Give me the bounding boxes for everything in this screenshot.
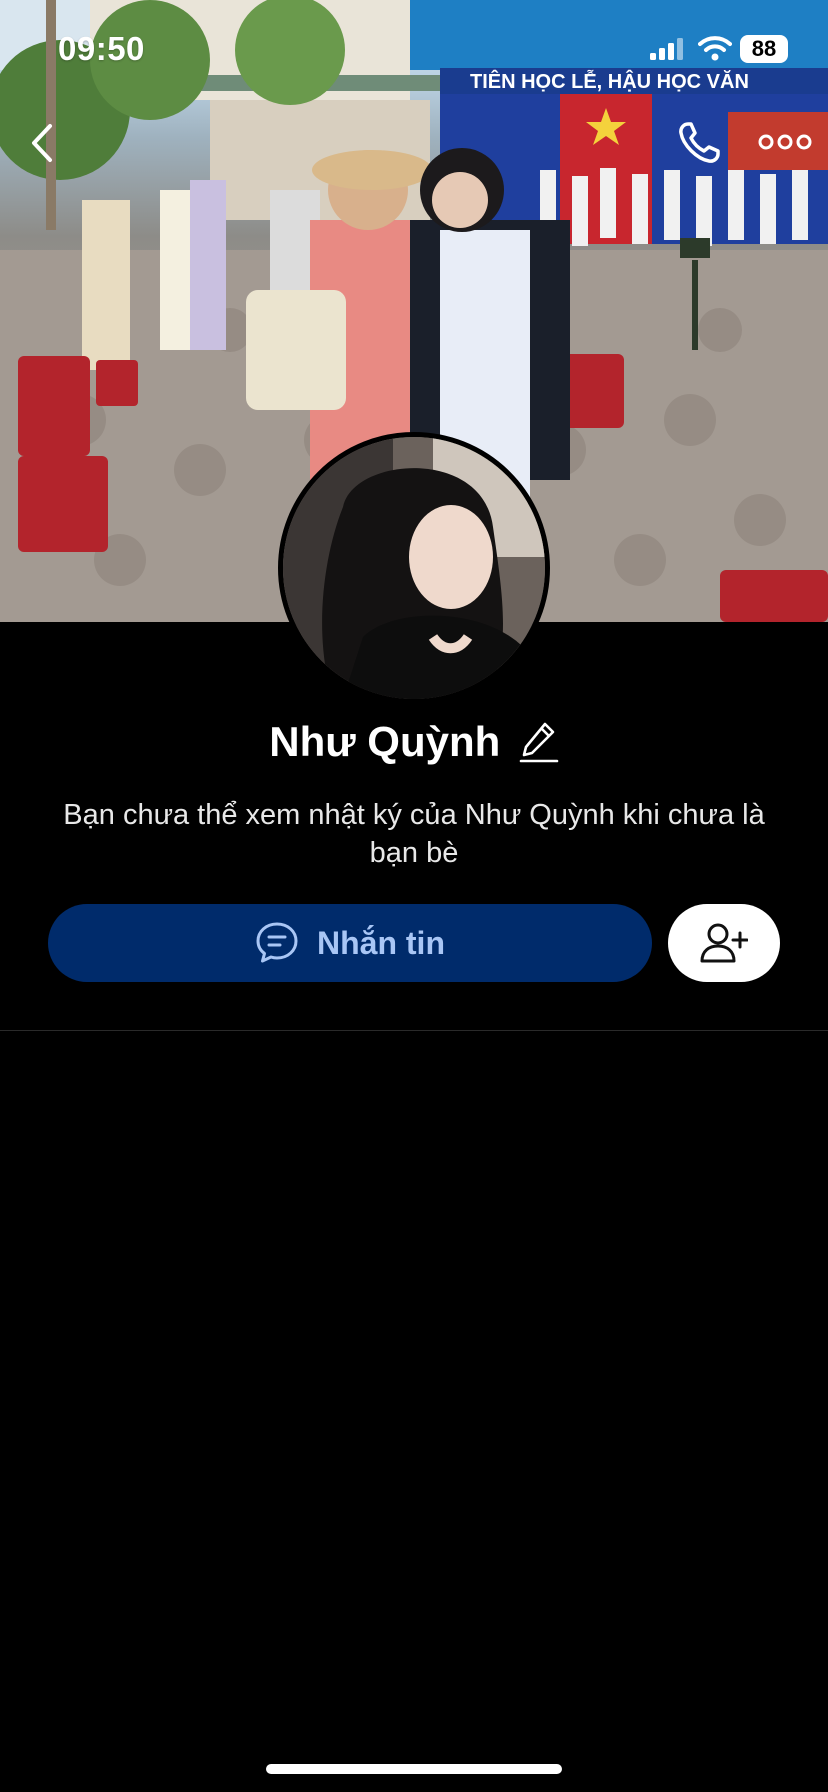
back-button[interactable]: [24, 118, 64, 168]
privacy-message: Bạn chưa thể xem nhật ký của Như Quỳnh k…: [63, 799, 765, 869]
message-button-label: Nhắn tin: [317, 924, 445, 961]
battery-indicator: 88: [740, 35, 788, 63]
avatar-photo: [283, 437, 545, 699]
chat-bubble-icon: [256, 922, 298, 963]
add-friend-button[interactable]: [668, 904, 780, 982]
more-options-button[interactable]: [756, 124, 814, 160]
section-divider: [0, 1030, 828, 1031]
profile-name: Như Quỳnh: [269, 718, 501, 765]
wifi-icon: [698, 36, 732, 61]
pencil-icon: [519, 722, 559, 763]
chevron-left-icon: [32, 124, 52, 162]
home-indicator[interactable]: [266, 1764, 562, 1774]
status-time: 09:50: [58, 30, 145, 67]
phone-icon: [679, 122, 720, 163]
edit-name-button[interactable]: [519, 720, 559, 764]
more-dots-icon: [758, 134, 812, 150]
message-button[interactable]: Nhắn tin: [48, 904, 652, 982]
cellular-signal-icon: [650, 38, 683, 60]
profile-name-row: Như Quỳnh: [0, 718, 828, 778]
status-bar: 09:50 88: [0, 0, 828, 100]
avatar[interactable]: [278, 432, 550, 704]
call-button[interactable]: [674, 118, 724, 168]
add-user-icon: [700, 923, 748, 963]
